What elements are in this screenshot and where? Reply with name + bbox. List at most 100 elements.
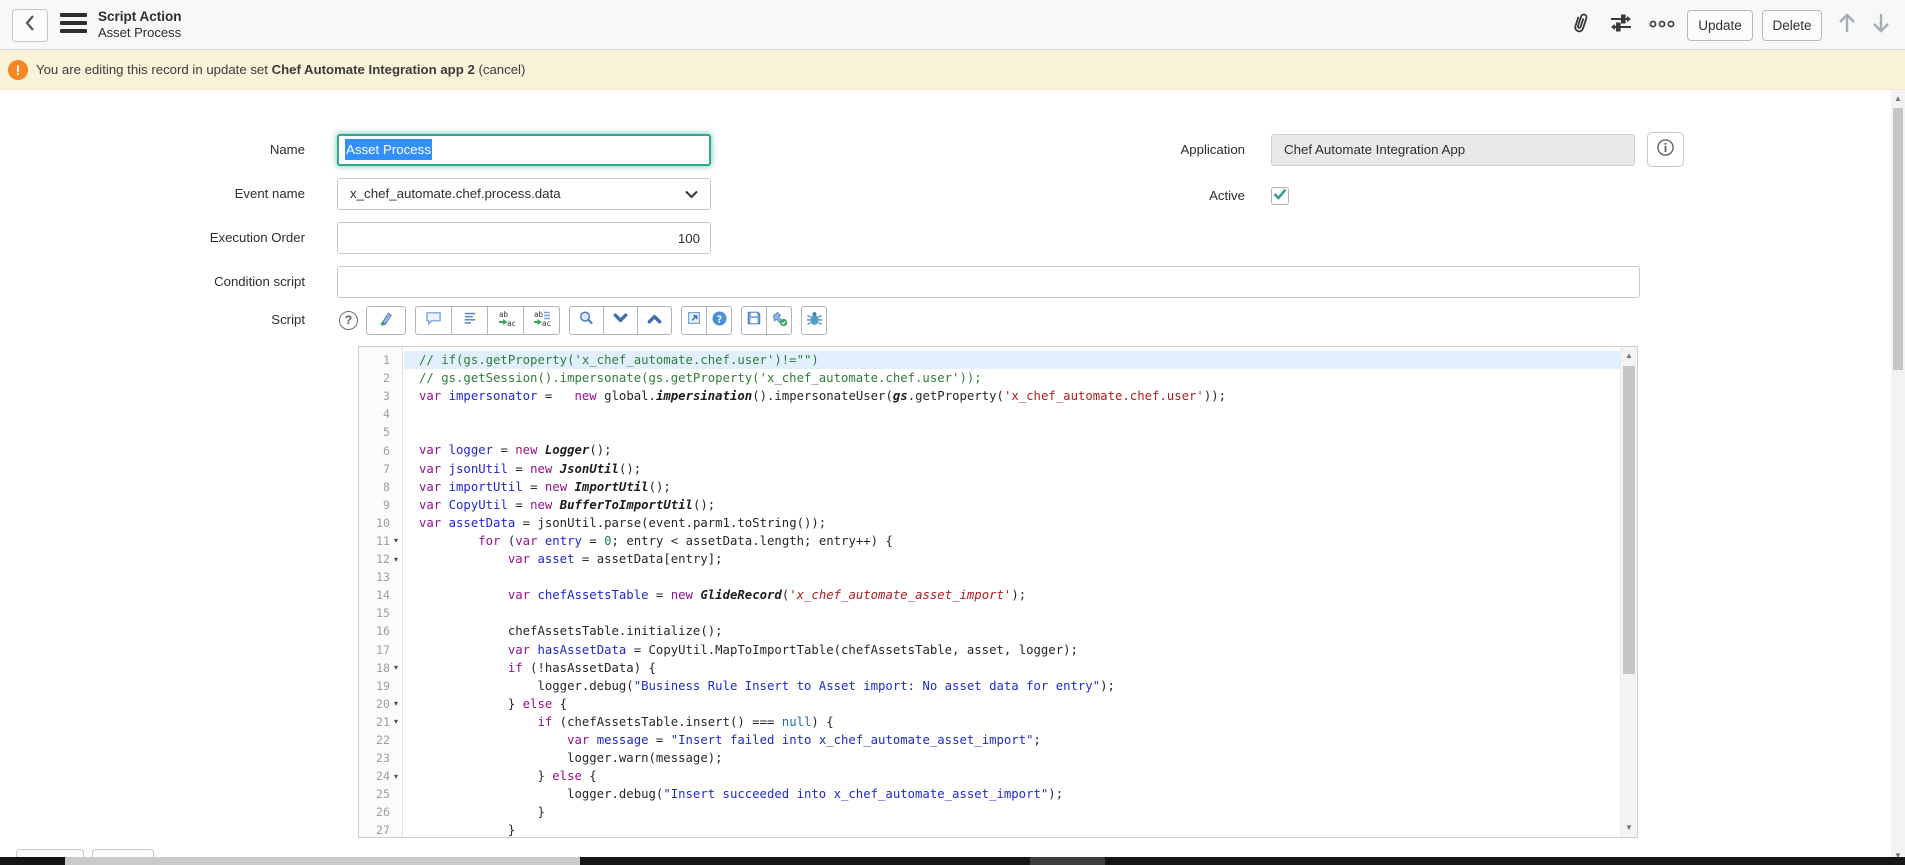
text-format-button[interactable] bbox=[451, 306, 488, 335]
code-line[interactable]: var impersonator = new global.impersinat… bbox=[404, 387, 1620, 405]
code-line[interactable] bbox=[404, 604, 1620, 622]
editor-scroll-down-icon[interactable]: ▼ bbox=[1621, 821, 1637, 835]
code-fold-icon[interactable]: ▾ bbox=[390, 555, 402, 564]
code-line[interactable]: if (chefAssetsTable.insert() === null) { bbox=[404, 713, 1620, 731]
page-scroll-up-icon[interactable]: ▲ bbox=[1891, 92, 1905, 106]
code-line[interactable]: var importUtil = new ImportUtil(); bbox=[404, 478, 1620, 496]
back-button[interactable] bbox=[12, 9, 48, 42]
code-line[interactable]: logger.warn(message); bbox=[404, 749, 1620, 767]
line-number: 21 bbox=[376, 715, 390, 729]
line-number-row: 11▾ bbox=[359, 532, 402, 550]
application-info-button[interactable] bbox=[1647, 132, 1684, 167]
script-code-editor: 1234567891011▾12▾131415161718▾1920▾21▾22… bbox=[358, 346, 1638, 838]
more-options-button[interactable] bbox=[1649, 12, 1675, 38]
code-line[interactable]: var hasAssetData = CopyUtil.MapToImportT… bbox=[404, 641, 1620, 659]
code-line[interactable]: var jsonUtil = new JsonUtil(); bbox=[404, 460, 1620, 478]
editor-scroll-up-icon[interactable]: ▲ bbox=[1621, 349, 1637, 363]
name-input[interactable]: Asset Process bbox=[337, 134, 711, 166]
line-number: 27 bbox=[376, 823, 390, 837]
code-line[interactable] bbox=[404, 568, 1620, 586]
update-button[interactable]: Update bbox=[1687, 10, 1753, 41]
line-number-row: 15 bbox=[359, 604, 402, 622]
code-line[interactable]: var asset = assetData[entry]; bbox=[404, 550, 1620, 568]
text-format-icon bbox=[462, 310, 478, 331]
search-button[interactable] bbox=[569, 306, 604, 335]
next-record-button[interactable] bbox=[1868, 12, 1894, 38]
code-line-active[interactable]: // if(gs.getProperty('x_chef_automate.ch… bbox=[404, 351, 1620, 369]
code-line[interactable]: if (!hasAssetData) { bbox=[404, 659, 1620, 677]
format-code-icon bbox=[378, 310, 395, 332]
open-in-new-window-button[interactable] bbox=[681, 306, 707, 335]
page-scrollbar-thumb[interactable] bbox=[1893, 108, 1903, 370]
code-fold-icon[interactable]: ▾ bbox=[390, 772, 402, 781]
line-number-row: 23 bbox=[359, 749, 402, 767]
page-scrollbar[interactable]: ▲ ▼ bbox=[1891, 90, 1905, 865]
line-number: 19 bbox=[376, 679, 390, 693]
save-button[interactable] bbox=[741, 306, 767, 335]
comment-button[interactable] bbox=[415, 306, 452, 335]
code-fold-icon[interactable]: ▾ bbox=[390, 699, 402, 708]
personalize-form-button[interactable] bbox=[1608, 12, 1634, 38]
code-line[interactable]: } else { bbox=[404, 695, 1620, 713]
event-name-select[interactable]: x_chef_automate.chef.process.data bbox=[337, 178, 711, 210]
chevron-down-icon bbox=[685, 190, 698, 199]
code-line[interactable]: var message = "Insert failed into x_chef… bbox=[404, 731, 1620, 749]
condition-script-input[interactable] bbox=[337, 266, 1640, 298]
code-fold-icon[interactable]: ▾ bbox=[390, 536, 402, 545]
line-number-row: 21▾ bbox=[359, 713, 402, 731]
code-line[interactable]: logger.debug("Insert succeeded into x_ch… bbox=[404, 785, 1620, 803]
code-line[interactable]: chefAssetsTable.initialize(); bbox=[404, 622, 1620, 640]
line-number: 6 bbox=[383, 444, 390, 458]
script-help-button[interactable]: ? bbox=[339, 311, 358, 330]
format-code-button[interactable] bbox=[366, 306, 406, 335]
active-checkbox[interactable] bbox=[1271, 187, 1289, 205]
code-fold-icon[interactable]: ▾ bbox=[390, 663, 402, 672]
code-line[interactable]: } bbox=[404, 803, 1620, 821]
line-number: 20 bbox=[376, 697, 390, 711]
replace-all-button[interactable]: abac bbox=[523, 306, 560, 335]
find-next-button[interactable] bbox=[603, 306, 638, 335]
context-menu-icon[interactable] bbox=[60, 13, 87, 37]
attachment-button[interactable] bbox=[1567, 12, 1593, 38]
syntax-check-button[interactable] bbox=[766, 306, 792, 335]
line-number-row: 19 bbox=[359, 677, 402, 695]
paperclip-icon bbox=[1569, 11, 1591, 40]
editor-scrollbar-thumb[interactable] bbox=[1623, 366, 1635, 674]
code-line[interactable]: } bbox=[404, 821, 1620, 837]
execution-order-input[interactable] bbox=[337, 222, 711, 254]
code-line[interactable]: } else { bbox=[404, 767, 1620, 785]
code-line[interactable]: // gs.getSession().impersonate(gs.getPro… bbox=[404, 369, 1620, 387]
back-chevron-icon bbox=[24, 13, 36, 38]
line-number: 4 bbox=[383, 407, 390, 421]
replace-button[interactable]: abac bbox=[487, 306, 524, 335]
code-line[interactable]: var logger = new Logger(); bbox=[404, 441, 1620, 459]
code-line[interactable]: var assetData = jsonUtil.parse(event.par… bbox=[404, 514, 1620, 532]
replace-icon: abac bbox=[497, 310, 515, 332]
code-area[interactable]: // if(gs.getProperty('x_chef_automate.ch… bbox=[404, 347, 1620, 837]
code-line[interactable] bbox=[404, 405, 1620, 423]
event-name-value: x_chef_automate.chef.process.data bbox=[350, 186, 561, 201]
cancel-update-set-link[interactable]: (cancel) bbox=[478, 62, 525, 77]
warning-message: You are editing this record in update se… bbox=[36, 50, 525, 90]
line-number: 22 bbox=[376, 733, 390, 747]
code-line[interactable]: var chefAssetsTable = new GlideRecord('x… bbox=[404, 586, 1620, 604]
help-button[interactable]: ? bbox=[706, 306, 732, 335]
record-type-title: Script Action bbox=[98, 8, 182, 25]
delete-button[interactable]: Delete bbox=[1762, 10, 1822, 41]
code-line[interactable]: var CopyUtil = new BufferToImportUtil(); bbox=[404, 496, 1620, 514]
line-number-row: 10 bbox=[359, 514, 402, 532]
previous-record-button[interactable] bbox=[1834, 12, 1860, 38]
line-number: 12 bbox=[376, 552, 390, 566]
bottom-bar-segment bbox=[1105, 857, 1905, 865]
editor-scrollbar[interactable]: ▲ ▼ bbox=[1620, 347, 1637, 837]
code-fold-icon[interactable]: ▾ bbox=[390, 717, 402, 726]
find-previous-button[interactable] bbox=[637, 306, 672, 335]
code-line[interactable] bbox=[404, 423, 1620, 441]
code-line[interactable]: logger.debug("Business Rule Insert to As… bbox=[404, 677, 1620, 695]
checkmark-icon bbox=[1273, 187, 1287, 205]
toolbar-button-group bbox=[801, 306, 827, 335]
line-number-row: 3 bbox=[359, 387, 402, 405]
line-number: 11 bbox=[376, 534, 390, 548]
code-line[interactable]: for (var entry = 0; entry < assetData.le… bbox=[404, 532, 1620, 550]
debug-button[interactable] bbox=[801, 306, 827, 335]
